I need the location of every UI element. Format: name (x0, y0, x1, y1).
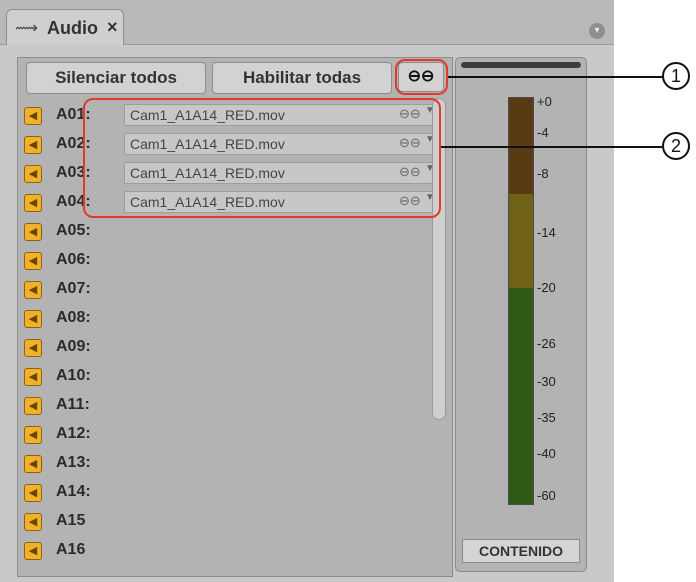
contenido-button[interactable]: CONTENIDO (462, 539, 580, 563)
panel-menu-icon[interactable]: ▾ (589, 23, 605, 39)
meter-tick: -35 (537, 410, 556, 425)
audio-level-meter (508, 97, 534, 505)
speaker-icon[interactable]: ◀ (24, 339, 42, 357)
tab-audio[interactable]: ⟿ Audio × (6, 9, 124, 45)
close-icon[interactable]: × (107, 17, 118, 38)
tab-bar: ⟿ Audio × (0, 0, 614, 45)
track-label: A13: (56, 454, 91, 471)
clips-highlight (83, 98, 441, 218)
track-label: A08: (56, 309, 91, 326)
track-label: A07: (56, 280, 91, 297)
meter-tick: -20 (537, 280, 556, 295)
meter-yellow-zone (509, 194, 533, 288)
enable-all-button[interactable]: Habilitar todas (212, 62, 392, 94)
speaker-icon[interactable]: ◀ (24, 136, 42, 154)
speaker-icon[interactable]: ◀ (24, 310, 42, 328)
track-label: A16 (56, 541, 86, 558)
meter-tick: -40 (537, 446, 556, 461)
track-label: A10: (56, 367, 91, 384)
audio-panel: ⟿ Audio × ▾ Silenciar todos Habilitar to… (0, 0, 614, 582)
speaker-icon[interactable]: ◀ (24, 165, 42, 183)
track-label: A12: (56, 425, 91, 442)
meter-tick: -8 (537, 166, 549, 181)
speaker-icon[interactable]: ◀ (24, 223, 42, 241)
callout-2: 2 (662, 132, 690, 160)
track-label: A11: (56, 396, 90, 413)
meter-tick: -14 (537, 225, 556, 240)
meter-tick: -26 (537, 336, 556, 351)
speaker-icon[interactable]: ◀ (24, 281, 42, 299)
speaker-icon[interactable]: ◀ (24, 426, 42, 444)
speaker-icon[interactable]: ◀ (24, 252, 42, 270)
link-button-highlight (395, 59, 448, 95)
track-label: A06: (56, 251, 91, 268)
meter-tick: -60 (537, 488, 556, 503)
meter-green-zone (509, 288, 533, 504)
waveform-icon: ⟿ (15, 20, 38, 37)
speaker-icon[interactable]: ◀ (24, 513, 42, 531)
speaker-icon[interactable]: ◀ (24, 107, 42, 125)
meter-top-bar (461, 62, 581, 68)
track-label: A09: (56, 338, 91, 355)
meter-tick: +0 (537, 94, 552, 109)
speaker-icon[interactable]: ◀ (24, 455, 42, 473)
callout-1: 1 (662, 62, 690, 90)
speaker-icon[interactable]: ◀ (24, 397, 42, 415)
meter-tick: -4 (537, 125, 549, 140)
meter-tick: -30 (537, 374, 556, 389)
mute-all-button[interactable]: Silenciar todos (26, 62, 206, 94)
speaker-icon[interactable]: ◀ (24, 542, 42, 560)
tab-label: Audio (47, 18, 98, 38)
callout-2-line (441, 146, 662, 148)
speaker-icon[interactable]: ◀ (24, 484, 42, 502)
speaker-icon[interactable]: ◀ (24, 194, 42, 212)
track-label: A05: (56, 222, 91, 239)
track-label: A15 (56, 512, 86, 529)
track-label: A14: (56, 483, 91, 500)
speaker-icon[interactable]: ◀ (24, 368, 42, 386)
callout-1-line (448, 76, 662, 78)
